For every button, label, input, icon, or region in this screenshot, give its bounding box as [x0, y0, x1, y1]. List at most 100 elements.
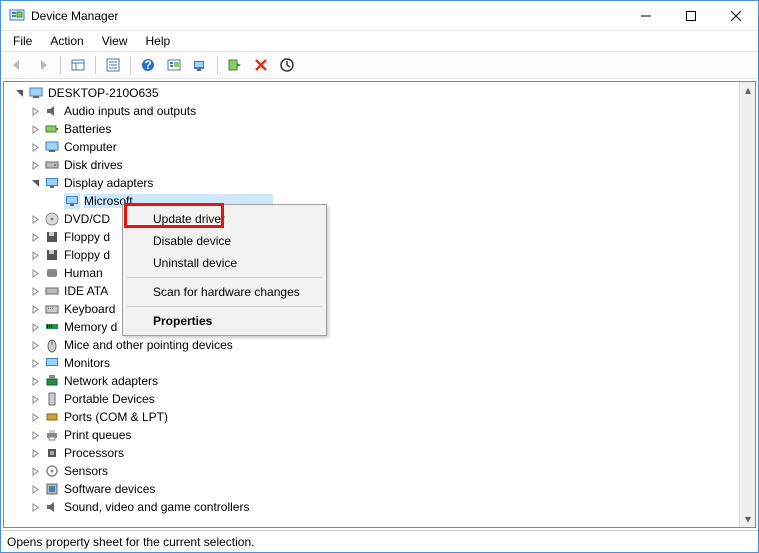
titlebar: Device Manager: [1, 1, 758, 31]
tree-category[interactable]: Floppy d: [8, 246, 739, 264]
ctx-properties[interactable]: Properties: [125, 310, 324, 332]
action-button[interactable]: [162, 53, 186, 77]
hid-icon: [44, 265, 60, 281]
root-label: DESKTOP-210O635: [48, 86, 159, 100]
toolbar: ?: [1, 51, 758, 79]
display-icon: [64, 193, 80, 209]
ctx-uninstall-device[interactable]: Uninstall device: [125, 252, 324, 274]
dvd-icon: [44, 211, 60, 227]
chevron-right-icon[interactable]: [28, 374, 42, 388]
toolbar-separator: [130, 56, 131, 74]
chevron-right-icon[interactable]: [28, 320, 42, 334]
help-button[interactable]: ?: [136, 53, 160, 77]
chevron-right-icon[interactable]: [28, 356, 42, 370]
minimize-button[interactable]: [623, 1, 668, 30]
scroll-down-arrow[interactable]: ▾: [740, 511, 756, 527]
tree-category[interactable]: Sound, video and game controllers: [8, 498, 739, 516]
tree-category[interactable]: IDE ATA: [8, 282, 739, 300]
tree-category[interactable]: Memory d: [8, 318, 739, 336]
show-hidden-button[interactable]: [66, 53, 90, 77]
network-icon: [44, 373, 60, 389]
tree-category[interactable]: DVD/CD: [8, 210, 739, 228]
ctx-update-driver[interactable]: Update driver: [125, 208, 324, 230]
device-tree[interactable]: DESKTOP-210O635 Audio inputs and outputs…: [4, 82, 739, 527]
vertical-scrollbar[interactable]: ▴ ▾: [739, 82, 755, 527]
menu-file[interactable]: File: [5, 32, 40, 50]
tree-category[interactable]: Mice and other pointing devices: [8, 336, 739, 354]
tree-category[interactable]: Keyboard: [8, 300, 739, 318]
uninstall-button[interactable]: [249, 53, 273, 77]
window-title: Device Manager: [31, 9, 623, 23]
enable-button[interactable]: [223, 53, 247, 77]
battery-icon: [44, 121, 60, 137]
tree-category[interactable]: Audio inputs and outputs: [8, 102, 739, 120]
portable-icon: [44, 391, 60, 407]
chevron-right-icon[interactable]: [28, 446, 42, 460]
ctx-separator: [127, 277, 322, 278]
scroll-up-arrow[interactable]: ▴: [740, 82, 756, 98]
chevron-right-icon[interactable]: [28, 230, 42, 244]
forward-button[interactable]: [31, 53, 55, 77]
sound-icon: [44, 499, 60, 515]
svg-text:?: ?: [144, 58, 151, 72]
tree-category[interactable]: Monitors: [8, 354, 739, 372]
tree-category[interactable]: Floppy d: [8, 228, 739, 246]
floppy-icon: [44, 229, 60, 245]
menu-action[interactable]: Action: [42, 32, 91, 50]
tree-category[interactable]: Ports (COM & LPT): [8, 408, 739, 426]
close-button[interactable]: [713, 1, 758, 30]
chevron-right-icon[interactable]: [28, 428, 42, 442]
tree-category[interactable]: Processors: [8, 444, 739, 462]
port-icon: [44, 409, 60, 425]
software-icon: [44, 481, 60, 497]
ctx-scan-hardware[interactable]: Scan for hardware changes: [125, 281, 324, 303]
tree-category[interactable]: Portable Devices: [8, 390, 739, 408]
chevron-right-icon[interactable]: [28, 266, 42, 280]
chevron-down-icon[interactable]: [12, 86, 26, 100]
ctx-disable-device[interactable]: Disable device: [125, 230, 324, 252]
tree-category[interactable]: Software devices: [8, 480, 739, 498]
chevron-right-icon[interactable]: [28, 212, 42, 226]
tree-category[interactable]: Print queues: [8, 426, 739, 444]
chevron-right-icon[interactable]: [28, 104, 42, 118]
mouse-icon: [44, 337, 60, 353]
audio-icon: [44, 103, 60, 119]
maximize-button[interactable]: [668, 1, 713, 30]
tree-category[interactable]: Human: [8, 264, 739, 282]
device-manager-window: Device Manager File Action View Help ?: [0, 0, 759, 553]
floppy-icon: [44, 247, 60, 263]
chevron-right-icon[interactable]: [28, 122, 42, 136]
window-buttons: [623, 1, 758, 30]
toolbar-separator: [217, 56, 218, 74]
chevron-right-icon[interactable]: [28, 284, 42, 298]
chevron-right-icon[interactable]: [28, 392, 42, 406]
tree-category[interactable]: Computer: [8, 138, 739, 156]
printer-icon: [44, 427, 60, 443]
chevron-right-icon[interactable]: [28, 500, 42, 514]
computer-icon: [28, 85, 44, 101]
tree-category-display[interactable]: Display adapters: [8, 174, 739, 192]
chevron-right-icon[interactable]: [28, 248, 42, 262]
chevron-right-icon[interactable]: [28, 338, 42, 352]
properties-button[interactable]: [101, 53, 125, 77]
chevron-down-icon[interactable]: [28, 176, 42, 190]
tree-category[interactable]: Disk drives: [8, 156, 739, 174]
update-button[interactable]: [275, 53, 299, 77]
chevron-right-icon[interactable]: [28, 302, 42, 316]
tree-category[interactable]: Batteries: [8, 120, 739, 138]
back-button[interactable]: [5, 53, 29, 77]
tree-category[interactable]: Network adapters: [8, 372, 739, 390]
toolbar-separator: [60, 56, 61, 74]
chevron-right-icon[interactable]: [28, 410, 42, 424]
menu-view[interactable]: View: [94, 32, 136, 50]
tree-root[interactable]: DESKTOP-210O635: [8, 84, 739, 102]
tree-device-selected[interactable]: Microsoft: [8, 192, 739, 210]
chevron-right-icon[interactable]: [28, 464, 42, 478]
menu-help[interactable]: Help: [138, 32, 179, 50]
context-menu: Update driver Disable device Uninstall d…: [122, 204, 327, 336]
chevron-right-icon[interactable]: [28, 140, 42, 154]
chevron-right-icon[interactable]: [28, 158, 42, 172]
chevron-right-icon[interactable]: [28, 482, 42, 496]
scan-button[interactable]: [188, 53, 212, 77]
tree-category[interactable]: Sensors: [8, 462, 739, 480]
